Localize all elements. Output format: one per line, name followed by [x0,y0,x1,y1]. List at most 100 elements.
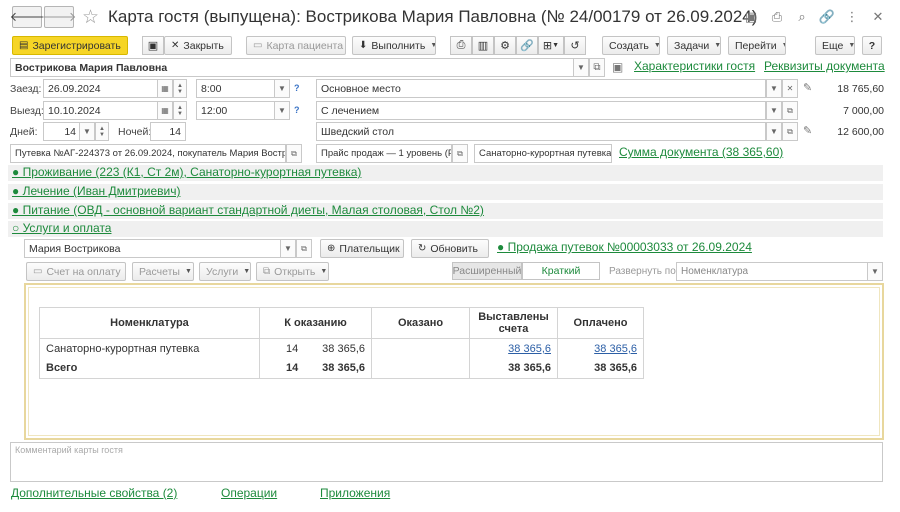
arrival-help-icon[interactable]: ? [294,83,300,93]
payer-open[interactable]: ⧉ [296,239,312,258]
attachments-link[interactable]: Приложения [320,486,390,500]
voucher-field[interactable]: Путевка №АГ-224373 от 26.09.2024, покупа… [10,144,286,163]
departure-date-stepper[interactable]: ▲ ▼ [173,101,187,120]
service-field-2[interactable]: С лечением [316,101,766,120]
guest-name-field[interactable]: Вострикова Мария Павловна [10,58,588,77]
user-icon: ⊕ [327,243,336,254]
payer-button[interactable]: ⊕ Плательщик [320,239,404,258]
total-name: Всего [39,358,260,379]
link-button[interactable]: 🔗 [516,36,538,55]
services-payment-link[interactable]: ○ Услуги и оплата [12,221,111,235]
service-3-dropdown[interactable]: ▼ [766,122,782,141]
print-icon[interactable]: ⎙ [769,9,785,25]
guest-open-button[interactable]: ⧉ [589,58,605,77]
voucher-open[interactable]: ⧉ [286,144,302,163]
create-based-button[interactable]: ⊞ ▼ [538,36,564,55]
sale-link[interactable]: ● Продажа путевок №00003033 от 26.09.202… [497,240,752,254]
arrival-date-field[interactable]: 26.09.2024 [43,79,173,98]
service-1-dropdown[interactable]: ▼ [766,79,782,98]
extended-view-toggle[interactable]: Расширенный [452,262,522,280]
report-button[interactable]: ▥ [472,36,494,55]
save-button[interactable]: ▣ [142,36,164,55]
arrival-time-dropdown[interactable]: ▼ [274,79,290,98]
goto-button[interactable]: Перейти▼ [728,36,786,55]
chevron-down-icon: ▼ [782,42,785,49]
back-button[interactable]: 🡐 [10,6,44,28]
departure-calendar-button[interactable]: ▦ [157,101,173,120]
close-icon[interactable]: ✕ [870,9,886,25]
report-header-row: Номенклатура К оказанию Оказано Выставле… [39,307,644,339]
operations-link[interactable]: Операции [221,486,277,500]
paid-link[interactable]: 38 365,6 [594,343,637,355]
service-field-1[interactable]: Основное место [316,79,766,98]
structure-button[interactable]: ⚙ [494,36,516,55]
extra-props-link[interactable]: Дополнительные свойства (2) [11,486,177,500]
floppy-icon: ▣ [147,40,159,52]
open-icon: ⧉ [593,62,601,73]
search-doc-icon[interactable]: ⌕ [794,9,810,25]
service-2-open[interactable]: ⧉ [782,101,798,120]
help-button[interactable]: ? [862,36,882,55]
document-sum-link[interactable]: Сумма документа (38 365,60) [619,145,783,159]
expand-by-field[interactable]: Номенклатура [676,262,883,281]
refresh-button[interactable]: ↻ Обновить [411,239,489,258]
calculations-button[interactable]: Расчеты ▼ [132,262,194,281]
departure-time-dropdown[interactable]: ▼ [274,101,290,120]
history-button[interactable]: ↺ [564,36,586,55]
execute-button[interactable]: ⬇Выполнить▼ [352,36,436,55]
save-icon[interactable]: ▣ [743,9,759,25]
close-button[interactable]: ✕ Закрыть [164,36,232,55]
chevron-down-icon: ▼ [577,63,585,72]
payer-dropdown[interactable]: ▼ [280,239,296,258]
more-button[interactable]: Еще ▼ [815,36,855,55]
guest-dropdown-button[interactable]: ▼ [573,58,589,77]
favorite-star-icon[interactable]: ☆ [82,6,99,29]
expand-by-dropdown[interactable]: ▼ [867,262,883,281]
row-to-render: 14 38 365,6 [259,338,372,359]
tasks-button[interactable]: Задачи ▼ [667,36,721,55]
treatment-link[interactable]: ● Лечение (Иван Дмитриевич) [12,184,180,198]
more-vertical-icon[interactable]: ⋮ [844,9,860,25]
departure-help-icon[interactable]: ? [294,105,300,115]
voucher-type-field[interactable]: Санаторно-курортная путевка [474,144,612,163]
short-view-toggle[interactable]: Краткий [522,262,600,280]
register-button[interactable]: ▤ Зарегистрировать [12,36,128,55]
service-3-open[interactable]: ⧉ [782,122,798,141]
departure-date-field[interactable]: 10.10.2024 [43,101,173,120]
chevron-down-icon: ▼ [278,84,286,93]
service-1-clear[interactable]: ✕ [782,79,798,98]
chevron-down-icon: ▼ [278,106,286,115]
days-dropdown[interactable]: ▼ [79,122,95,141]
chevron-down-icon: ▼ [184,268,192,275]
expand-by-label: Развернуть по: [609,266,679,277]
patient-card-button[interactable]: ▭ Карта пациента [246,36,346,55]
service-2-dropdown[interactable]: ▼ [766,101,782,120]
payer-field[interactable]: Мария Вострикова [24,239,296,258]
invoiced-link[interactable]: 38 365,6 [508,343,551,355]
invoice-button[interactable]: ▭Счет на оплату▼ [26,262,126,281]
forward-button[interactable]: 🡒 [42,6,76,28]
print-button[interactable]: ⎙ [450,36,472,55]
add-doc-icon: ⊞ [542,40,553,52]
service-field-3[interactable]: Шведский стол [316,122,766,141]
calendar-icon: ▦ [161,106,169,115]
open-button[interactable]: ⧉ Открыть ▼ [256,262,329,281]
nutrition-link[interactable]: ● Питание (ОВД - основной вариант станда… [12,203,484,217]
price-list-field[interactable]: Прайс продаж — 1 уровень (Розница) [316,144,452,163]
arrival-date-stepper[interactable]: ▲ ▼ [173,79,187,98]
create-button[interactable]: Создать▼ [602,36,660,55]
price-list-open[interactable]: ⧉ [452,144,468,163]
chevron-down-icon: ▼ [177,110,183,117]
chevron-down-icon: ▼ [848,42,855,49]
days-stepper[interactable]: ▲ ▼ [95,122,109,141]
comment-field[interactable]: Комментарий карты гостя [10,442,883,482]
accommodation-link[interactable]: ● Проживание (223 (К1, Ст 2м), Санаторно… [12,165,361,179]
nights-field[interactable]: 14 [150,122,186,141]
link-icon[interactable]: 🔗 [819,9,835,25]
arrival-calendar-button[interactable]: ▦ [157,79,173,98]
calendar-icon: ▦ [161,84,169,93]
services-button[interactable]: Услуги ▼ [199,262,251,281]
chevron-down-icon: ▼ [770,106,778,115]
characteristics-link[interactable]: Характеристики гостя [634,59,755,73]
requisites-link[interactable]: Реквизиты документа [764,59,885,73]
